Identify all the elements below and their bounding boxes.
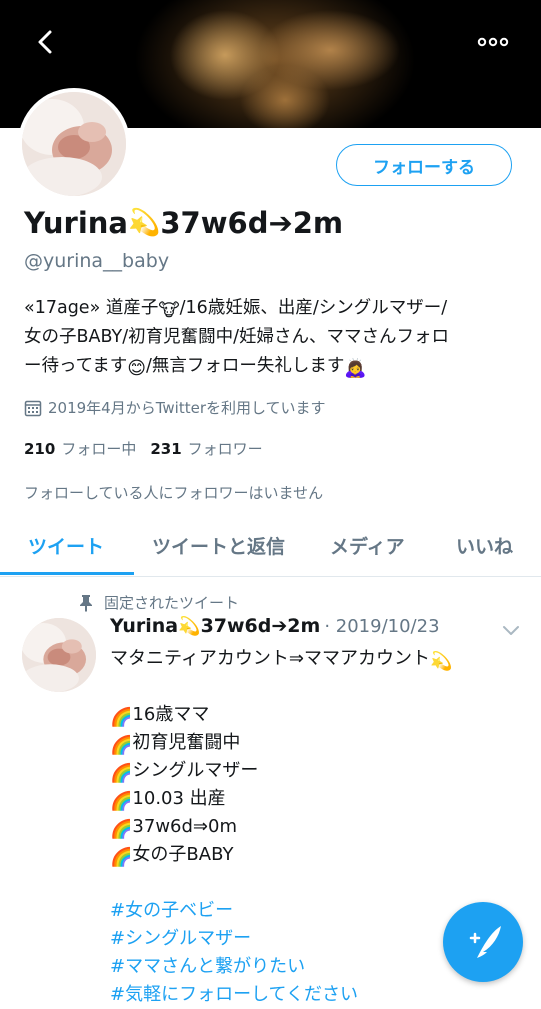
dizzy-emoji-icon: 💫 (430, 651, 453, 672)
tweet-text: 女の子BABY (132, 844, 234, 865)
tweet-text: 37w6d⇒0m (132, 816, 237, 837)
cow-emoji-icon: 🐮 (158, 300, 180, 321)
tweet-text: 16歳ママ (132, 704, 210, 725)
following-count: 210 (24, 440, 56, 458)
tweet-text: マタニティアカウント⇒ママアカウント (110, 648, 431, 669)
bowing-emoji-icon: 🙇‍♀️ (344, 358, 367, 379)
pinned-tweet-label: 固定されたツイート (78, 592, 239, 613)
display-name: Yurina 💫 37w6d➔2m (24, 206, 343, 240)
rainbow-emoji-icon: 🌈 (110, 735, 133, 756)
bio-line: 女の子BABY/初育児奮闘中/妊婦さん、ママさんフォロ (24, 327, 450, 347)
bio-line: «17age» 道産子🐮/16歳妊娠、出産/シングルマザー/ (24, 294, 524, 323)
chevron-down-icon[interactable] (500, 620, 522, 640)
tweet-spacer (110, 673, 530, 701)
tweet-date[interactable]: · 2019/10/23 (324, 616, 439, 637)
tweet-list-item: 🌈16歳ママ (110, 701, 530, 729)
tweet-list-item: 🌈37w6d⇒0m (110, 813, 530, 841)
profile-bio: «17age» 道産子🐮/16歳妊娠、出産/シングルマザー/ 女の子BABY/初… (24, 294, 524, 381)
tweet-author-suffix: 37w6d➔2m (200, 615, 321, 637)
bio-text: ー待ってます (24, 356, 128, 376)
joined-text: 2019年4月からTwitterを利用しています (48, 399, 326, 417)
tweet-list-item: 🌈シングルマザー (110, 757, 530, 785)
tweet-author-name[interactable]: Yurina (110, 615, 178, 637)
tweet-header: Yurina 💫 37w6d➔2m · 2019/10/23 (110, 615, 440, 637)
tweet-line: マタニティアカウント⇒ママアカウント💫 (110, 645, 530, 673)
profile-tabs: ツイート ツイートと返信 メディア いいね (0, 522, 541, 577)
bio-text: /16歳妊娠、出産/シングルマザー/ (179, 298, 448, 318)
bio-line: ー待ってます😊/無言フォロー失礼します🙇‍♀️ (24, 352, 524, 381)
ellipsis-icon[interactable] (475, 26, 511, 58)
pinned-text: 固定されたツイート (104, 594, 240, 612)
tweet-text: シングルマザー (132, 760, 259, 781)
followers-you-know: フォローしている人にフォロワーはいません (24, 484, 324, 502)
dizzy-emoji-icon: 💫 (128, 208, 161, 238)
tweet-text: 10.03 出産 (132, 788, 226, 809)
followers-link[interactable]: 231 フォロワー (150, 438, 262, 459)
rainbow-emoji-icon: 🌈 (110, 791, 133, 812)
tweet-list-item: 🌈女の子BABY (110, 841, 530, 869)
calendar-icon (24, 400, 42, 416)
tweet-list-item: 🌈10.03 出産 (110, 785, 530, 813)
tab-media[interactable]: メディア (330, 532, 405, 559)
tab-tweets[interactable]: ツイート (28, 532, 104, 559)
follow-stats: 210 フォロー中 231 フォロワー (24, 438, 263, 459)
tweet-author-avatar[interactable] (22, 618, 96, 692)
user-handle: @yurina__baby (24, 250, 170, 272)
joined-date: 2019年4月からTwitterを利用しています (24, 397, 326, 418)
rainbow-emoji-icon: 🌈 (110, 707, 133, 728)
display-name-suffix: 37w6d➔2m (160, 206, 344, 240)
smile-emoji-icon: 😊 (127, 358, 147, 379)
chevron-left-icon[interactable] (30, 26, 62, 58)
tab-tweets-and-replies[interactable]: ツイートと返信 (152, 532, 285, 559)
dizzy-emoji-icon: 💫 (178, 616, 201, 637)
followers-count: 231 (150, 440, 182, 458)
follow-button[interactable]: フォローする (336, 144, 512, 186)
tab-likes[interactable]: いいね (456, 532, 513, 559)
tweet-text: 初育児奮闘中 (132, 732, 241, 753)
display-name-text: Yurina (24, 206, 128, 240)
tweet-spacer (110, 869, 530, 897)
bio-text: /無言フォロー失礼します (146, 356, 345, 376)
following-link[interactable]: 210 フォロー中 (24, 438, 136, 459)
rainbow-emoji-icon: 🌈 (110, 819, 133, 840)
compose-feather-icon (469, 926, 501, 958)
profile-avatar[interactable] (18, 88, 130, 200)
followers-label: フォロワー (187, 440, 263, 458)
following-label: フォロー中 (61, 440, 137, 458)
rainbow-emoji-icon: 🌈 (110, 847, 133, 868)
bio-text: «17age» 道産子 (24, 298, 159, 318)
pin-icon (80, 594, 92, 612)
hashtag-link[interactable]: #気軽にフォローしてください (110, 981, 530, 1009)
active-tab-indicator (0, 572, 134, 575)
tweet-list-item: 🌈初育児奮闘中 (110, 729, 530, 757)
compose-tweet-button[interactable] (443, 902, 523, 982)
rainbow-emoji-icon: 🌈 (110, 763, 133, 784)
